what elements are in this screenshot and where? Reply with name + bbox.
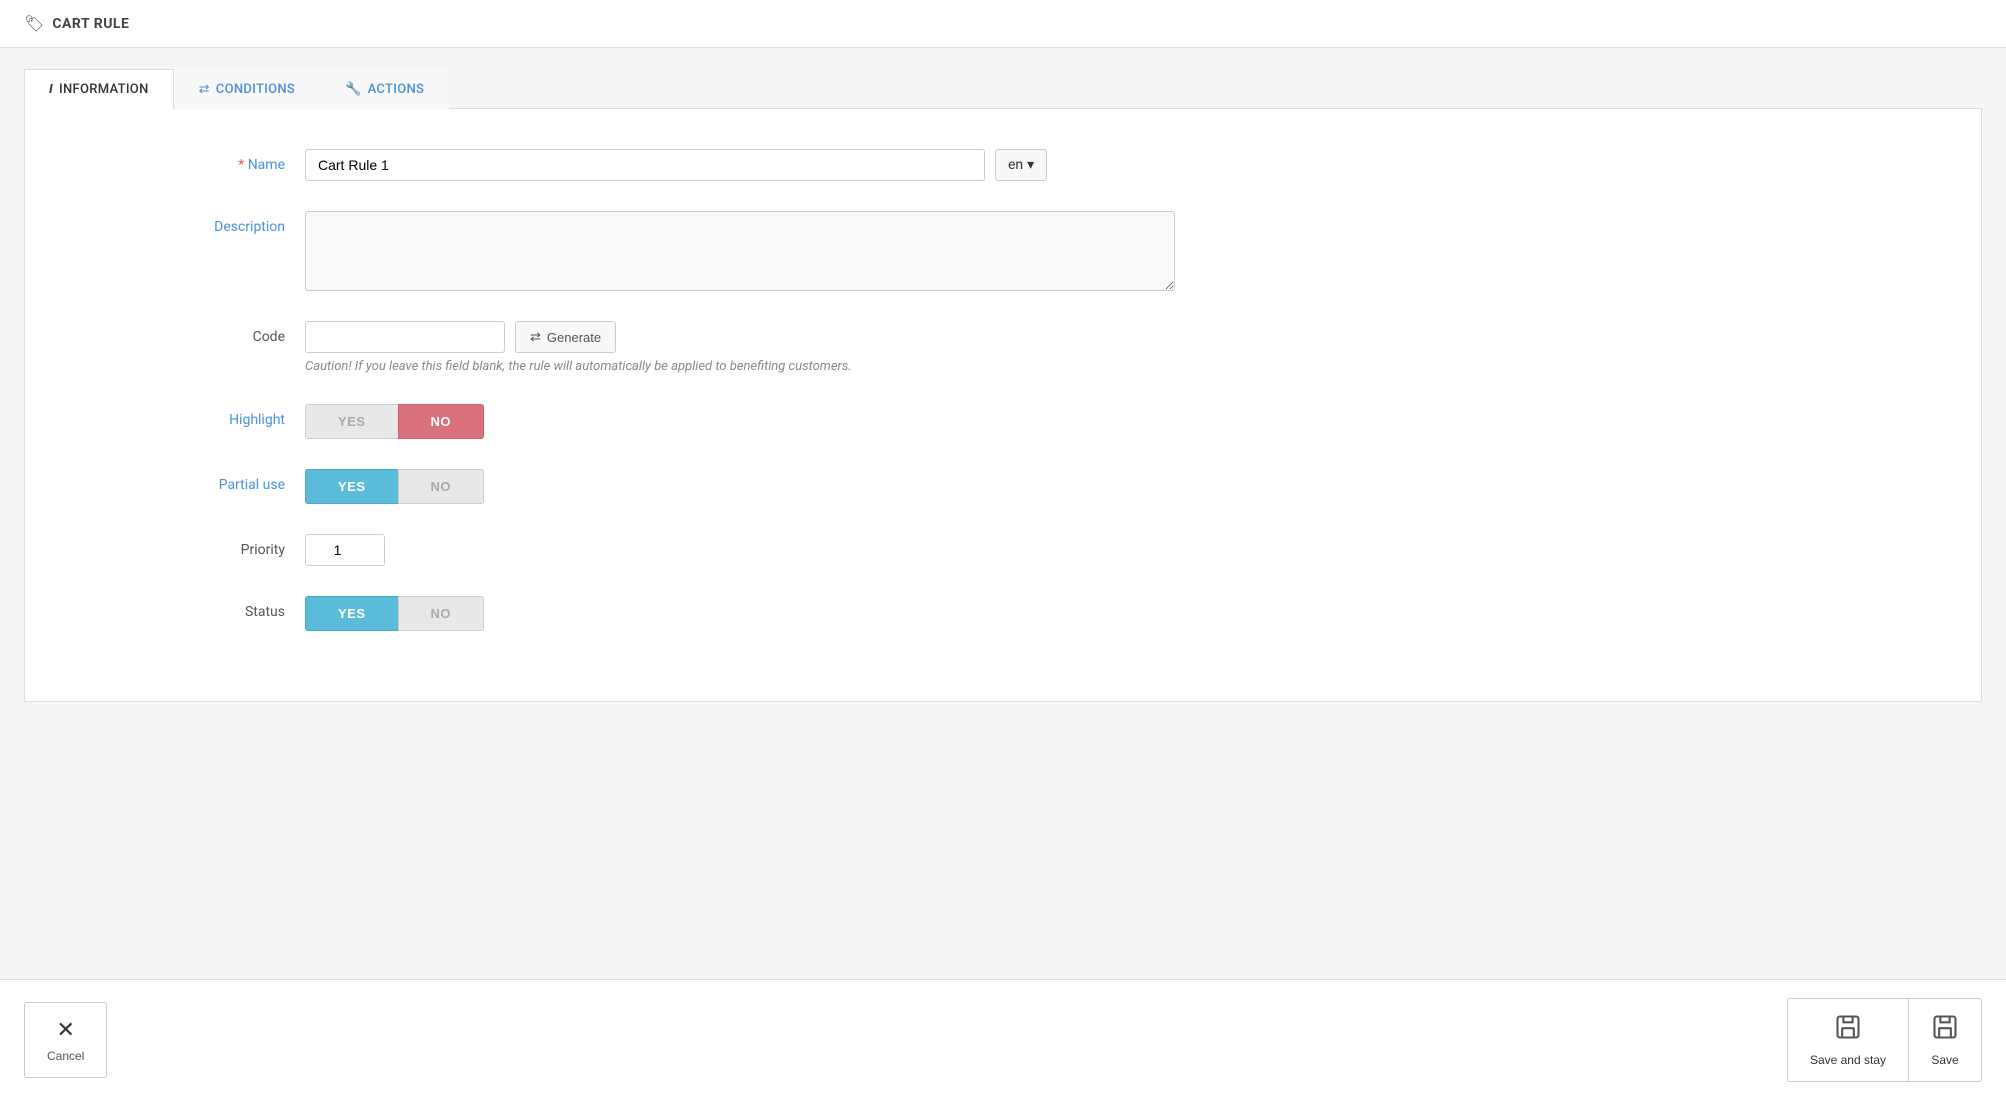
description-input[interactable] [305,211,1175,291]
description-control-wrap [305,211,1921,291]
generate-icon: ⇄ [530,329,541,345]
highlight-yes-button[interactable]: YES [305,404,398,439]
main-content: i INFORMATION ⇄ CONDITIONS 🔧 ACTIONS Nam… [0,48,2006,979]
partial-use-label: Partial use [85,469,305,493]
shuffle-icon: ⇄ [199,82,210,97]
generate-button[interactable]: ⇄ Generate [515,321,616,353]
description-label: Description [85,211,305,235]
code-caution-text: Caution! If you leave this field blank, … [305,359,852,374]
code-row: Code ⇄ Generate Caution! If you leave th… [85,321,1921,374]
priority-label: Priority [85,534,305,558]
cancel-button[interactable]: ✕ Cancel [24,1002,107,1078]
highlight-label: Highlight [85,404,305,428]
code-label: Code [85,321,305,345]
save-button[interactable]: Save [1908,998,1982,1082]
highlight-toggle: YES NO [305,404,484,439]
highlight-no-button[interactable]: NO [398,404,485,439]
name-label: Name [85,149,305,173]
partial-use-toggle: YES NO [305,469,484,504]
wrench-icon: 🔧 [345,82,362,97]
status-toggle: YES NO [305,596,484,631]
lang-value: en [1008,157,1023,173]
priority-row: Priority [85,534,1921,566]
tab-conditions[interactable]: ⇄ CONDITIONS [174,69,321,109]
status-no-button[interactable]: NO [398,596,485,631]
generate-label: Generate [547,330,601,345]
info-icon: i [49,82,53,97]
name-input[interactable] [305,149,985,181]
form-card: Name en ▾ Description Code [24,109,1982,702]
chevron-down-icon: ▾ [1027,157,1034,173]
tab-actions[interactable]: 🔧 ACTIONS [320,69,449,109]
code-field-wrap: ⇄ Generate Caution! If you leave this fi… [305,321,852,374]
status-row: Status YES NO [85,596,1921,631]
name-control-wrap: en ▾ [305,149,1921,181]
code-control-wrap: ⇄ Generate Caution! If you leave this fi… [305,321,1921,374]
bottom-toolbar: ✕ Cancel Save and stay Save [0,979,2006,1100]
cancel-label: Cancel [47,1049,84,1063]
tab-bar: i INFORMATION ⇄ CONDITIONS 🔧 ACTIONS [24,68,1982,109]
partial-no-button[interactable]: NO [398,469,485,504]
page-title: CART RULE [52,16,129,32]
lang-dropdown[interactable]: en ▾ [995,149,1047,181]
save-and-stay-button[interactable]: Save and stay [1787,998,1908,1082]
save-icon [1931,1013,1959,1047]
tag-icon: 🏷 [24,14,44,33]
page-header: 🏷 CART RULE [0,0,2006,48]
tab-information-label: INFORMATION [59,82,149,97]
save-stay-icon [1834,1013,1862,1047]
partial-yes-button[interactable]: YES [305,469,398,504]
code-input-row: ⇄ Generate [305,321,852,353]
status-label: Status [85,596,305,620]
partial-use-row: Partial use YES NO [85,469,1921,504]
cancel-icon: ✕ [56,1017,74,1043]
tab-actions-label: ACTIONS [368,82,425,97]
priority-input[interactable] [305,534,385,566]
highlight-control-wrap: YES NO [305,404,1921,439]
description-row: Description [85,211,1921,291]
save-label: Save [1931,1053,1958,1067]
status-yes-button[interactable]: YES [305,596,398,631]
tab-information[interactable]: i INFORMATION [24,69,174,109]
tab-conditions-label: CONDITIONS [216,82,295,97]
priority-control-wrap [305,534,1921,566]
code-input[interactable] [305,321,505,353]
partial-use-control-wrap: YES NO [305,469,1921,504]
save-stay-label: Save and stay [1810,1053,1886,1067]
status-control-wrap: YES NO [305,596,1921,631]
toolbar-left: ✕ Cancel [24,1002,107,1078]
highlight-row: Highlight YES NO [85,404,1921,439]
toolbar-right: Save and stay Save [1787,998,1982,1082]
name-row: Name en ▾ [85,149,1921,181]
